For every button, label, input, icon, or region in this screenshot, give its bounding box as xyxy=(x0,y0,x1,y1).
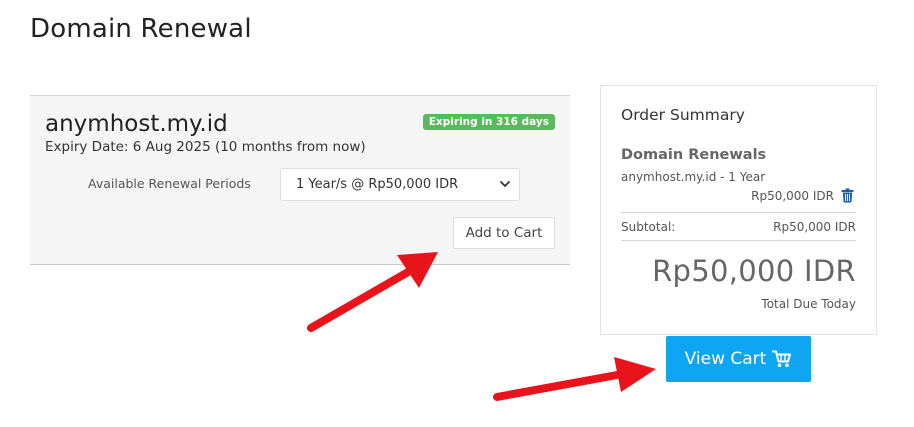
annotation-arrow xyxy=(493,357,656,401)
annotation-arrows xyxy=(307,252,656,401)
annotation-arrow xyxy=(307,252,438,332)
